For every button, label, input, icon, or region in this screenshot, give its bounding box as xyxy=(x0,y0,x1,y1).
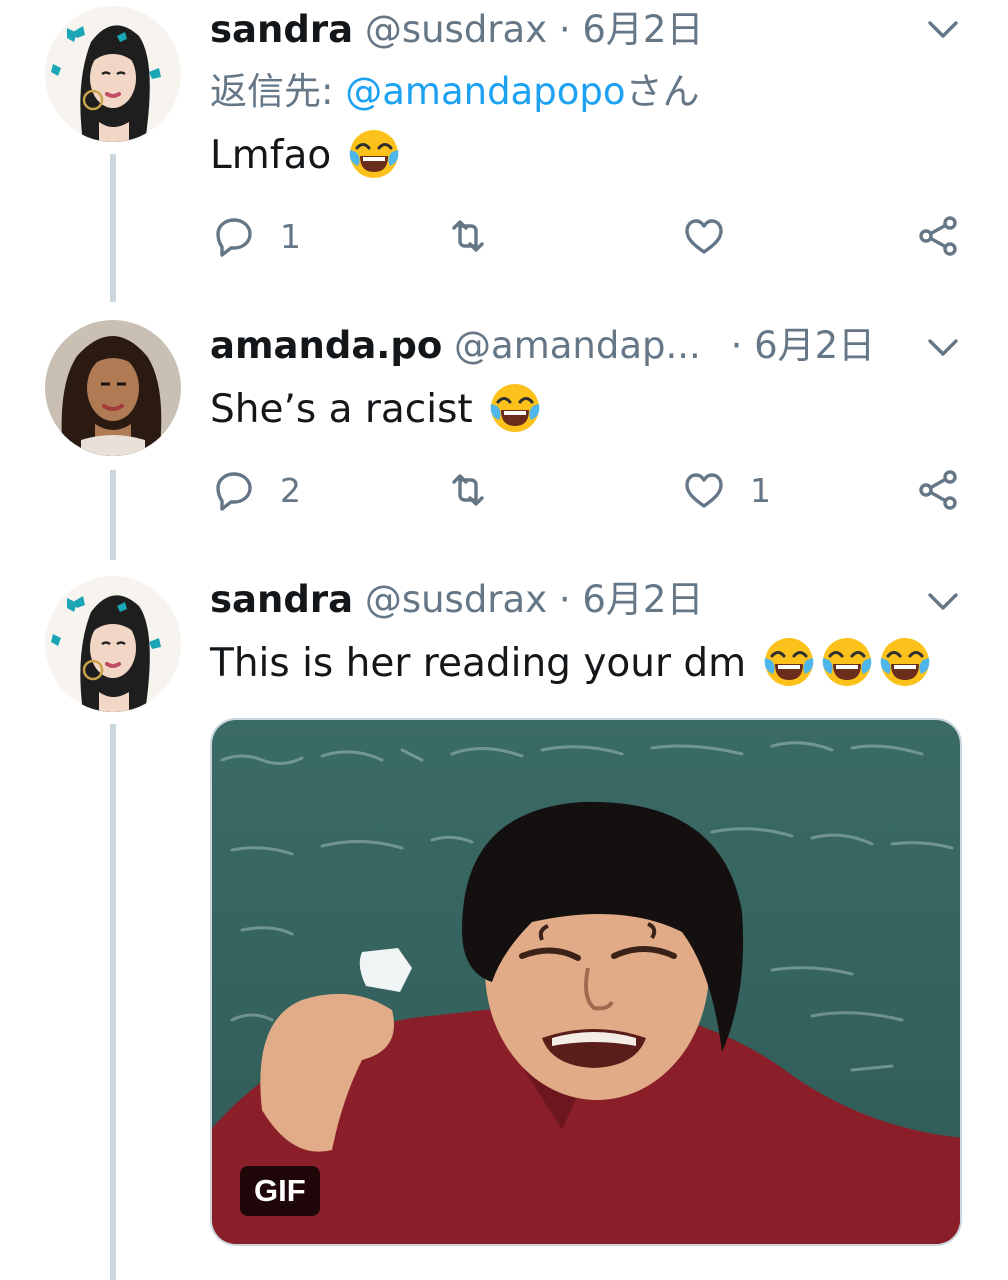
face-with-tears-of-joy-icon xyxy=(762,636,815,688)
retweet-icon xyxy=(452,220,484,252)
retweet-button[interactable] xyxy=(444,464,514,516)
tweet-text-content: She’s a racist xyxy=(210,387,473,432)
tweet-text: She’s a racist xyxy=(210,382,541,434)
like-button[interactable] xyxy=(680,210,750,262)
avatar-sandra[interactable] xyxy=(45,576,181,712)
reply-prefix: 返信先: xyxy=(210,70,346,113)
gif-media[interactable]: GIF xyxy=(210,718,962,1246)
thread-line xyxy=(110,470,116,560)
like-icon xyxy=(685,473,723,508)
handle[interactable]: @susdrax xyxy=(365,578,547,621)
gif-image xyxy=(212,720,960,1244)
reply-icon xyxy=(216,472,252,511)
chevron-down-icon[interactable] xyxy=(926,330,960,364)
reply-button[interactable]: 1 xyxy=(210,210,301,262)
display-name[interactable]: sandra xyxy=(210,8,353,51)
face-with-tears-of-joy-icon xyxy=(489,382,541,434)
thread-line xyxy=(110,154,116,302)
thread-line xyxy=(110,724,116,1280)
avatar-photo xyxy=(45,320,181,456)
share-icon xyxy=(919,216,957,256)
like-count: 1 xyxy=(750,470,771,510)
reply-to-line: 返信先: @amandapopoさん xyxy=(210,70,699,114)
tweet-date[interactable]: 6月2日 xyxy=(582,578,703,621)
gif-badge: GIF xyxy=(240,1166,320,1216)
separator-dot: · xyxy=(730,324,743,367)
face-with-tears-of-joy-icon xyxy=(878,636,931,688)
share-button[interactable] xyxy=(914,210,962,262)
retweet-icon xyxy=(452,474,484,506)
handle[interactable]: @amandap... xyxy=(454,324,701,367)
avatar-illustration xyxy=(45,6,181,142)
tweet-date[interactable]: 6月2日 xyxy=(754,324,875,367)
reply-count: 1 xyxy=(280,216,301,256)
display-name[interactable]: amanda.po xyxy=(210,324,442,367)
tweet-actions: 1 xyxy=(210,210,970,262)
chevron-down-icon[interactable] xyxy=(926,584,960,618)
face-with-tears-of-joy-icon xyxy=(347,128,400,180)
tweet-2[interactable]: amanda.po @amandap... · 6月2日 She’s a rac… xyxy=(0,310,1008,568)
separator-dot: · xyxy=(558,8,571,51)
tweet-text-content: This is her reading your dm xyxy=(210,641,747,686)
avatar-amanda[interactable] xyxy=(45,320,181,456)
reply-button[interactable]: 2 xyxy=(210,464,301,516)
reply-icon xyxy=(216,218,252,257)
tweet-actions: 2 1 xyxy=(210,464,970,516)
reply-mention-link[interactable]: @amandapopo xyxy=(345,70,625,113)
like-icon xyxy=(685,219,723,254)
share-icon xyxy=(919,470,957,510)
tweet-1[interactable]: sandra @susdrax · 6月2日 返信先: @amandapopoさ… xyxy=(0,0,1008,310)
reply-count: 2 xyxy=(280,470,301,510)
avatar-sandra[interactable] xyxy=(45,6,181,142)
share-button[interactable] xyxy=(914,464,962,516)
retweet-button[interactable] xyxy=(444,210,514,262)
display-name[interactable]: sandra xyxy=(210,578,353,621)
handle[interactable]: @susdrax xyxy=(365,8,547,51)
face-with-tears-of-joy-icon xyxy=(820,636,873,688)
chevron-down-icon[interactable] xyxy=(926,12,960,46)
like-button[interactable]: 1 xyxy=(680,464,771,516)
tweet-text-content: Lmfao xyxy=(210,133,332,178)
tweet-text: This is her reading your dm xyxy=(210,636,931,688)
avatar-illustration xyxy=(45,576,181,712)
tweet-date[interactable]: 6月2日 xyxy=(582,8,703,51)
reply-suffix: さん xyxy=(625,70,700,113)
separator-dot: · xyxy=(558,578,571,621)
tweet-header: sandra @susdrax · 6月2日 xyxy=(210,8,918,52)
tweet-header: sandra @susdrax · 6月2日 xyxy=(210,578,918,622)
tweet-header: amanda.po @amandap... · 6月2日 xyxy=(210,324,918,368)
tweet-text: Lmfao xyxy=(210,128,400,180)
